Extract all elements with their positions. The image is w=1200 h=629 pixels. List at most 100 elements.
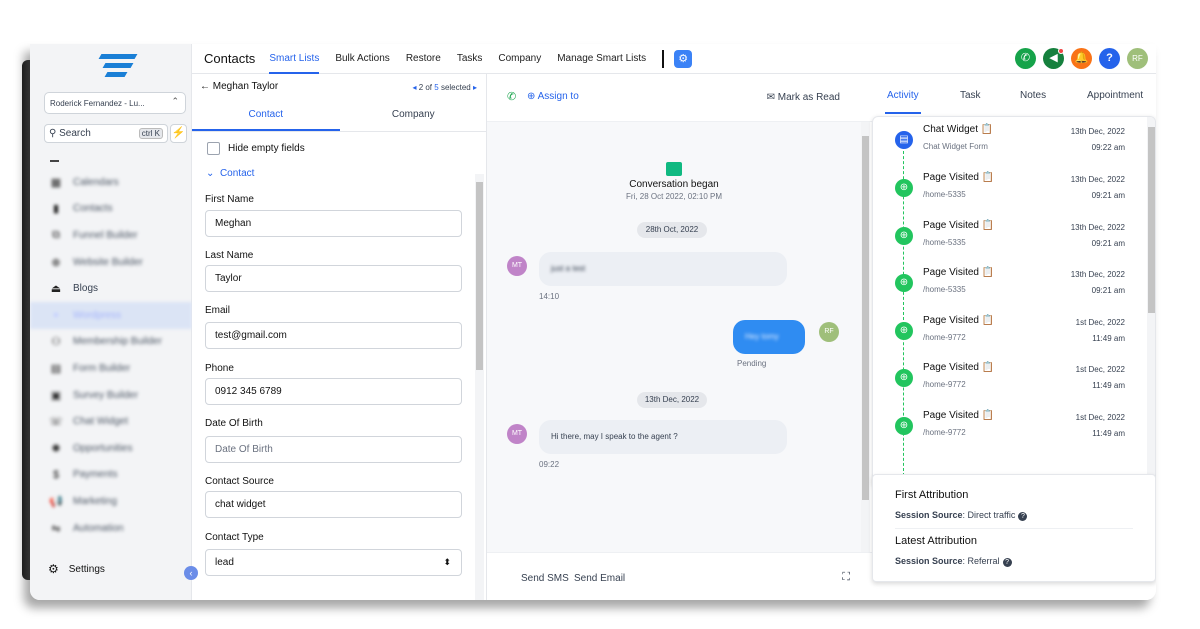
message-inbound: just a test — [539, 252, 787, 286]
first-name-field[interactable]: Meghan — [205, 210, 462, 237]
checkbox[interactable] — [207, 142, 220, 155]
sidebar-item-blogs[interactable]: ⏏ Blogs — [30, 275, 192, 302]
tab-contact[interactable]: Contact — [192, 98, 340, 131]
scrollbar[interactable] — [1147, 117, 1155, 487]
tab-company[interactable]: Company — [498, 44, 541, 74]
sidebar-item-opportunities[interactable]: ✺ Opportunities — [30, 435, 192, 462]
sidebar-item-payments[interactable]: $ Payments — [30, 462, 192, 489]
back-to-list[interactable]: ← Meghan Taylor — [200, 81, 278, 92]
activity-time: 11:49 am — [1092, 334, 1125, 343]
account-switcher[interactable]: Roderick Fernandez - Lu... ⌃ — [44, 92, 186, 114]
quick-action-button[interactable]: ⚡ — [170, 124, 187, 143]
latest-attribution-title: Latest Attribution — [895, 535, 977, 547]
phone-button[interactable]: ✆ — [1015, 48, 1036, 69]
hide-empty-toggle[interactable]: Hide empty fields — [207, 142, 305, 155]
email-field[interactable]: test@gmail.com — [205, 322, 462, 349]
sidebar-item-automation[interactable]: ⇋ Automation — [30, 515, 192, 542]
next-icon[interactable]: ▸ — [473, 83, 477, 92]
mark-read-button[interactable]: ✉ Mark as Read — [767, 92, 840, 103]
prev-icon[interactable]: ◂ — [412, 83, 416, 92]
settings-gear-button[interactable]: ⚙ — [674, 49, 693, 68]
chat-icon: ☏ — [49, 416, 63, 429]
scrollbar-thumb[interactable] — [1148, 127, 1155, 313]
avatar: RF — [819, 322, 839, 342]
sidebar-item-settings[interactable]: ⚙ Settings — [48, 562, 105, 576]
activity-item[interactable]: ⊕ Page Visited 📋 /home-9772 1st Dec, 202… — [873, 355, 1147, 402]
sidebar-item-membership-builder[interactable]: ⚇ Membership Builder — [30, 329, 192, 356]
expand-button[interactable]: ⛶ — [842, 571, 850, 584]
call-button[interactable]: ✆ — [507, 90, 516, 103]
tab-notes[interactable]: Notes — [1020, 90, 1046, 101]
help-icon[interactable]: ? — [1018, 512, 1028, 521]
assign-button[interactable]: ⊕ Assign to — [527, 91, 579, 102]
scrollbar[interactable] — [475, 174, 484, 600]
activity-subtitle: /home-9772 — [923, 333, 966, 342]
contact-type-select[interactable]: lead ⬍ — [205, 549, 462, 576]
contact-panel: ← Meghan Taylor ◂ 2 of 5 selected ▸ Cont… — [192, 74, 487, 600]
activity-item[interactable]: ⊕ Page Visited 📋 /home-5335 13th Dec, 20… — [873, 260, 1147, 307]
tab-manage-smart-lists[interactable]: Manage Smart Lists — [557, 44, 646, 74]
activity-item[interactable]: ⊕ Page Visited 📋 /home-9772 1st Dec, 202… — [873, 403, 1147, 450]
contact-header: ← Meghan Taylor ◂ 2 of 5 selected ▸ — [192, 74, 487, 96]
field-label: Contact Type — [205, 532, 264, 543]
last-name-field[interactable]: Taylor — [205, 265, 462, 292]
avatar[interactable]: RF — [1127, 48, 1148, 69]
sidebar-item-chat-widget[interactable]: ☏ Chat Widget — [30, 408, 192, 435]
pager-suffix: selected — [440, 83, 471, 92]
tab-smart-lists[interactable]: Smart Lists — [269, 44, 320, 74]
sidebar-search[interactable]: ⚲ Search ctrl K — [44, 124, 168, 143]
send-email-tab[interactable]: Send Email — [574, 573, 625, 584]
globe-icon: ⊕ — [895, 322, 913, 340]
announcement-button[interactable]: ◀ — [1043, 48, 1064, 69]
activity-subtitle: /home-5335 — [923, 285, 966, 294]
activity-time: 11:49 am — [1092, 429, 1125, 438]
tab-activity[interactable]: Activity — [885, 90, 921, 114]
calendar-icon: ▦ — [50, 176, 62, 189]
scrollbar-thumb[interactable] — [476, 182, 483, 370]
sidebar-item-funnel-builder[interactable]: ⧉ Funnel Builder — [30, 222, 192, 249]
tab-bulk-actions[interactable]: Bulk Actions — [335, 44, 389, 74]
activity-time: 09:21 am — [1091, 239, 1125, 248]
contacts-icon: ▮ — [52, 203, 60, 216]
header-actions: ✆ ◀ 🔔 ? RF — [1015, 48, 1148, 69]
sidebar-item-contacts[interactable]: ▮ Contacts — [30, 196, 192, 223]
collapse-sidebar-button[interactable]: ‹ — [184, 566, 198, 580]
globe-icon: ⊕ — [895, 417, 913, 435]
scrollbar-thumb[interactable] — [862, 136, 869, 500]
sidebar-item-marketing[interactable]: 📢 Marketing — [30, 488, 192, 515]
contact-source-field[interactable]: chat widget — [205, 491, 462, 518]
help-button[interactable]: ? — [1099, 48, 1120, 69]
help-icon[interactable]: ? — [1002, 558, 1012, 567]
notifications-button[interactable]: 🔔 — [1071, 48, 1092, 69]
sidebar-item-calendars[interactable]: ▦ Calendars — [30, 169, 192, 196]
activity-item[interactable]: ⊕ Page Visited 📋 /home-5335 13th Dec, 20… — [873, 213, 1147, 260]
clipboard-icon: 📋 — [981, 220, 995, 231]
activity-item[interactable]: ⊕ Page Visited 📋 /home-9772 1st Dec, 202… — [873, 308, 1147, 355]
activity-item[interactable]: ▤ Chat Widget 📋 Chat Widget Form 13th De… — [873, 117, 1147, 164]
tab-task[interactable]: Task — [960, 90, 981, 101]
contact-form: Hide empty fields ⌄ Contact First Name M… — [192, 132, 474, 600]
tab-company[interactable]: Company — [340, 98, 488, 131]
send-sms-tab[interactable]: Send SMS — [521, 573, 569, 584]
globe-icon: ⊕ — [895, 369, 913, 387]
began-title: Conversation began — [629, 179, 719, 190]
hide-empty-label: Hide empty fields — [228, 143, 305, 154]
scrollbar[interactable] — [861, 122, 870, 552]
tab-tasks[interactable]: Tasks — [457, 44, 483, 74]
tab-restore[interactable]: Restore — [406, 44, 441, 74]
message-text: just a test — [551, 264, 586, 273]
section-contact[interactable]: ⌄ Contact — [206, 168, 254, 179]
sidebar-item-survey-builder[interactable]: ▣ Survey Builder — [30, 382, 192, 409]
pager: ◂ 2 of 5 selected ▸ — [412, 83, 477, 92]
bell-icon: 🔔 — [1074, 52, 1089, 64]
sidebar-item-wordpress[interactable]: ● Wordpress — [30, 301, 192, 329]
sidebar-item-form-builder[interactable]: ▤ Form Builder — [30, 355, 192, 382]
phone-field[interactable]: 0912 345 6789 — [205, 378, 462, 405]
tab-appointment[interactable]: Appointment — [1087, 90, 1143, 101]
date-of-birth-field[interactable]: Date Of Birth — [205, 436, 462, 463]
activity-item[interactable]: ⊕ Page Visited 📋 /home-5335 13th Dec, 20… — [873, 165, 1147, 212]
form-icon: ▤ — [895, 131, 913, 149]
sidebar-item-website-builder[interactable]: ⊕ Website Builder — [30, 249, 192, 276]
activity-title: Page Visited 📋 — [923, 220, 995, 231]
opportunities-icon: ✺ — [51, 442, 61, 455]
